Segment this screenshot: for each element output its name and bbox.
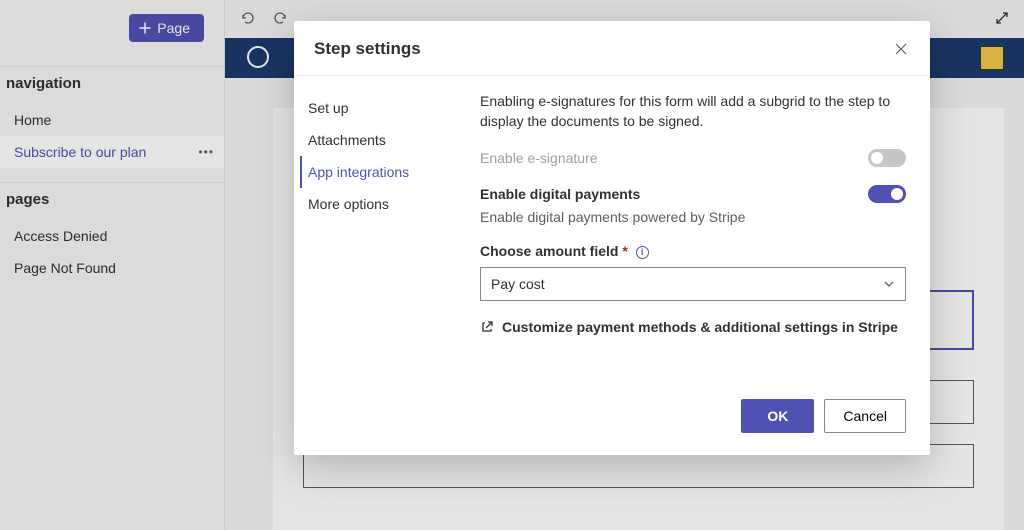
nav-attachments[interactable]: Attachments [308, 124, 474, 156]
cancel-button[interactable]: Cancel [824, 399, 906, 433]
close-button[interactable] [894, 42, 908, 56]
amount-field-select[interactable]: Pay cost [480, 267, 906, 301]
nav-more-options[interactable]: More options [308, 188, 474, 220]
info-icon[interactable]: i [636, 246, 649, 259]
enable-esignature-row: Enable e-signature [480, 149, 906, 167]
nav-set-up[interactable]: Set up [308, 92, 474, 124]
enable-esignature-label: Enable e-signature [480, 150, 598, 166]
amount-field-label-text: Choose amount field [480, 243, 618, 259]
enable-payments-label: Enable digital payments [480, 186, 640, 202]
enable-payments-row: Enable digital payments [480, 185, 906, 203]
amount-field-label: Choose amount field * i [480, 243, 906, 259]
nav-app-integrations[interactable]: App integrations [300, 156, 474, 188]
chevron-down-icon [883, 278, 895, 290]
step-settings-dialog: Step settings Set up Attachments App int… [294, 21, 930, 455]
ok-button[interactable]: OK [741, 399, 814, 433]
dialog-footer: OK Cancel [294, 383, 930, 455]
dialog-nav: Set up Attachments App integrations More… [308, 92, 474, 383]
dialog-content: Enabling e-signatures for this form will… [480, 92, 910, 383]
enable-payments-toggle[interactable] [868, 185, 906, 203]
customize-stripe-link[interactable]: Customize payment methods & additional s… [480, 319, 906, 335]
esignature-description: Enabling e-signatures for this form will… [480, 92, 906, 131]
close-icon [894, 42, 908, 56]
enable-esignature-toggle[interactable] [868, 149, 906, 167]
dialog-title: Step settings [314, 39, 421, 59]
amount-field-value: Pay cost [491, 276, 545, 292]
dialog-header: Step settings [294, 21, 930, 76]
required-asterisk: * [622, 243, 627, 259]
customize-stripe-label: Customize payment methods & additional s… [502, 319, 898, 335]
enable-payments-helper: Enable digital payments powered by Strip… [480, 209, 906, 225]
external-link-icon [480, 320, 494, 334]
